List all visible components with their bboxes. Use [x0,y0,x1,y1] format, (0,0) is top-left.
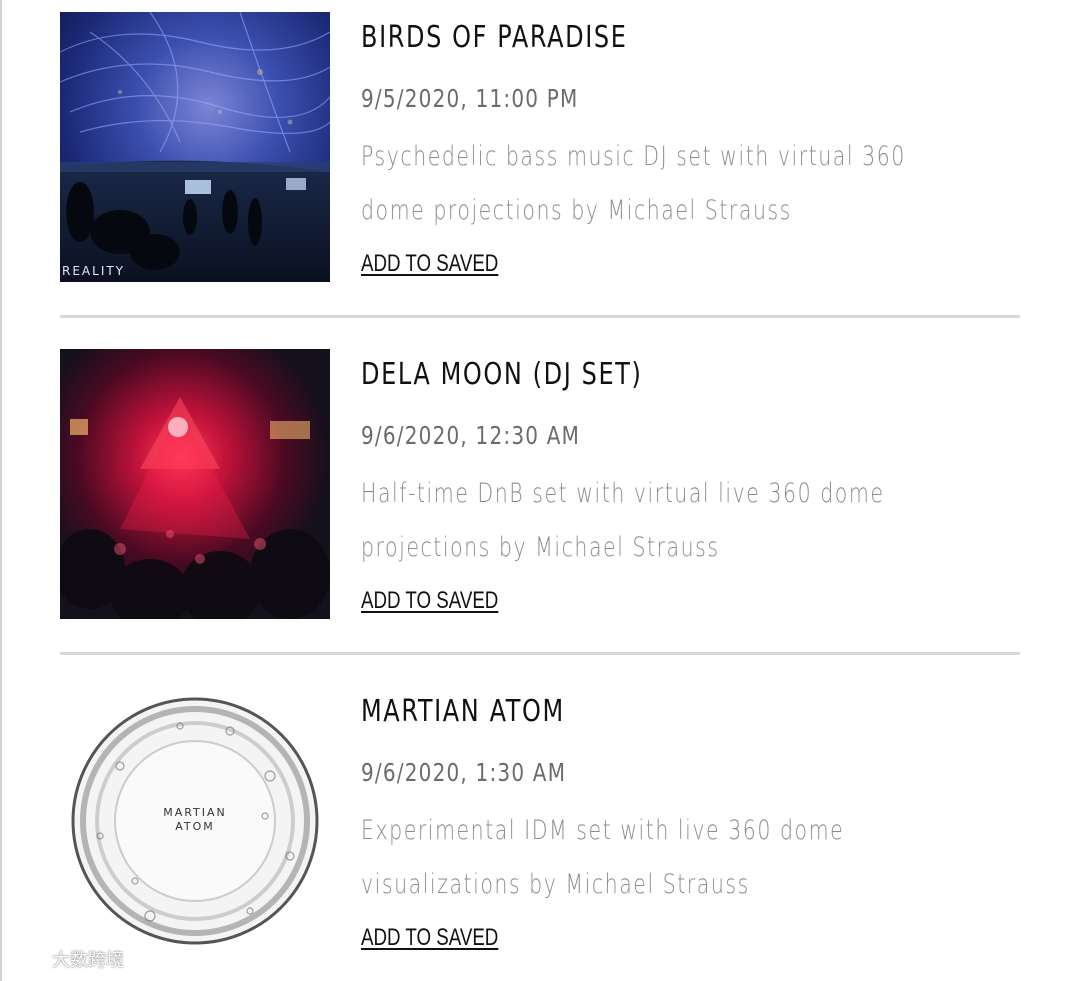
event-description: Experimental IDM set with live 360 dome … [361,815,845,900]
event-image-birds-of-paradise[interactable]: REALITY [60,12,330,282]
add-to-saved-link[interactable]: ADD TO SAVED [361,924,498,952]
event-description: Psychedelic bass music DJ set with virtu… [361,141,906,226]
event-title[interactable]: MARTIAN ATOM [361,694,565,729]
watermark-text: 大数跨境 [52,950,124,971]
divider [60,652,1020,655]
add-to-saved-link[interactable]: ADD TO SAVED [361,587,498,615]
add-to-saved-link[interactable]: ADD TO SAVED [361,250,498,278]
event-description: Half-time DnB set with virtual live 360 … [361,478,885,563]
event-image-martian-atom[interactable]: MARTIAN ATOM [60,686,330,956]
watermark: 大数跨境 [8,946,124,972]
event-image-caption: MARTIAN ATOM [163,806,227,833]
event-image-dela-moon[interactable] [60,349,330,619]
divider [60,315,1020,318]
event-image-caption: REALITY [62,264,126,278]
event-datetime: 9/5/2020, 11:00 PM [361,84,579,113]
page-left-border [0,0,2,981]
event-title[interactable]: DELA MOON (DJ SET) [361,357,642,392]
event-datetime: 9/6/2020, 1:30 AM [361,758,567,787]
event-datetime: 9/6/2020, 12:30 AM [361,421,581,450]
event-title[interactable]: BIRDS OF PARADISE [361,20,628,55]
watermark-logo-icon [8,948,48,970]
